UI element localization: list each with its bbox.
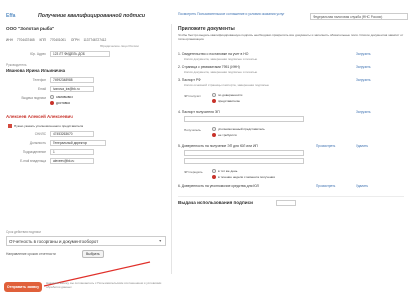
recipient-option-none[interactable]: не требуется xyxy=(212,133,237,138)
position-label: Должность xyxy=(29,141,46,145)
send-application-button[interactable]: Отправить заявку xyxy=(4,282,42,292)
phone-field[interactable]: 74992348988 xyxy=(50,77,94,83)
radio-icon[interactable] xyxy=(50,95,54,100)
receive-option-rep[interactable]: представителю xyxy=(212,99,241,104)
position-field[interactable]: Генеральный директор xyxy=(50,140,106,146)
recipient-option-rep[interactable]: уполномоченный представитель xyxy=(212,127,265,132)
snils-label: СНИЛС xyxy=(34,132,46,136)
transfer-label: ЭП передать xyxy=(184,170,203,174)
upload-link[interactable]: Загрузить xyxy=(356,78,371,82)
organization-name: ООО "Золотая рыба" xyxy=(6,26,55,31)
phone-label: Телефон xyxy=(32,78,46,82)
transfer-option-sameday[interactable]: в тот же день xyxy=(212,169,238,174)
ogrn-value: 1137746727412 xyxy=(83,38,107,42)
page-header: Effa Получение квалифицированной подписи… xyxy=(4,10,408,24)
representative-name: Алексеев Алексей Алексеевич xyxy=(6,114,73,119)
delivery-option-pickup-label: самовывоз xyxy=(56,95,73,99)
proxy-field[interactable] xyxy=(184,150,304,156)
delete-link[interactable]: Удалить xyxy=(356,144,368,148)
view-link[interactable]: Просмотреть xyxy=(316,184,335,188)
owner-email-field[interactable]: alexeev@bk.ru xyxy=(50,158,94,164)
signature-receive-label: ЭП получит xyxy=(184,94,201,98)
transfer-option-week-label: в течение недели с момента получения xyxy=(218,175,275,179)
page-title: Получение квалифицированной подписи xyxy=(38,13,146,19)
address-field[interactable]: 123 ЛТ ФИДЕЛЬ ДОБ xyxy=(50,51,110,57)
receive-option-rep-label: представителю xyxy=(218,99,241,103)
document-item: 3. Паспорт РФ xyxy=(178,78,201,82)
director-section-label: Руководитель xyxy=(6,63,27,67)
email-field[interactable]: ivanova_ira@bk.ru xyxy=(50,86,94,92)
delete-link[interactable]: Удалить xyxy=(356,184,368,188)
agreement-link[interactable]: Посмотреть Пользовательское соглашение и… xyxy=(178,12,298,16)
document-item: 2. Страница с реквизитами 7951 (ИНН) xyxy=(178,65,240,69)
delivery-option-courier[interactable]: доставка xyxy=(50,101,70,106)
department-field[interactable]: 1 xyxy=(50,149,94,155)
choose-button[interactable]: Выбрать xyxy=(82,250,104,258)
usage-select[interactable] xyxy=(276,200,296,206)
delivery-option-courier-label: доставка xyxy=(56,101,70,105)
section-divider xyxy=(178,196,404,197)
document-item: 6. Доверенность на уполномочие средства … xyxy=(178,184,259,188)
documents-title: Приложите документы xyxy=(178,26,235,32)
document-hint: Копия документа, заверенная подписью и п… xyxy=(184,70,258,74)
snils-field[interactable]: 47453263670 xyxy=(50,131,94,137)
signature-term-label: Срок действия подписи xyxy=(6,230,41,234)
kpp-value: 770401001 xyxy=(49,38,66,42)
delivery-label: Выдача подписи xyxy=(21,96,46,100)
receive-option-proxy-label: по доверенности xyxy=(218,93,243,97)
document-item: 5. Доверенность на получение ЭП для ЮЛ и… xyxy=(178,144,258,148)
recipient-field[interactable] xyxy=(184,116,304,122)
view-link[interactable]: Просмотреть xyxy=(316,144,335,148)
signature-usage-title: Выдача использования подписи xyxy=(178,200,253,205)
document-item: 4. Паспорт получателя ЭП xyxy=(178,110,220,114)
documents-note: Чтобы быстро выдать квалифицированную по… xyxy=(178,33,404,41)
document-item: 1. Свидетельство о постановке на учет в … xyxy=(178,52,249,56)
organization-type: Юридическое лицо России xyxy=(100,44,139,48)
director-name: Иванова Ирина Ильинична xyxy=(6,68,66,73)
radio-icon[interactable] xyxy=(212,127,216,132)
kpp-label: КПП xyxy=(39,38,46,42)
authority-select[interactable]: Федеральная налоговая служба (ФНС России… xyxy=(310,13,408,20)
upload-link[interactable]: Загрузить xyxy=(356,65,371,69)
email-label: Email xyxy=(38,87,46,91)
signature-purpose-select[interactable]: Отчетность в госорганы и документооборот… xyxy=(6,236,166,246)
representative-checkbox-label: Нужно указать уполномоченного представит… xyxy=(14,124,84,128)
logo[interactable]: Effa xyxy=(6,13,15,19)
radio-selected-icon[interactable] xyxy=(212,175,216,180)
proxy-field[interactable] xyxy=(184,158,304,164)
transfer-option-sameday-label: в тот же день xyxy=(218,169,238,173)
inn-value: 7704437465 xyxy=(16,38,35,42)
recipient-option-rep-label: уполномоченный представитель xyxy=(218,127,265,131)
checkbox-checked-icon[interactable] xyxy=(8,124,12,129)
upload-link[interactable]: Загрузить xyxy=(356,110,371,114)
upload-link[interactable]: Загрузить xyxy=(356,52,371,56)
recipient-option-none-label: не требуется xyxy=(218,133,237,137)
agreement-note: Нажимая кнопку, вы соглашаетесь с Пользо… xyxy=(46,281,162,289)
owner-email-label: E-mail владельца xyxy=(20,159,46,163)
radio-icon[interactable] xyxy=(212,93,216,98)
radio-icon[interactable] xyxy=(212,169,216,174)
document-hint: Копия основной страницы паспорта, завере… xyxy=(184,83,269,87)
recipient-label: Получатель xyxy=(184,128,201,132)
radio-selected-icon[interactable] xyxy=(212,99,216,104)
receive-option-proxy[interactable]: по доверенности xyxy=(212,93,243,98)
organization-ids: ИНН 7704437465 КПП 770401001 ОГРН 113774672… xyxy=(6,38,110,42)
column-divider xyxy=(171,24,172,274)
inn-label: ИНН xyxy=(6,38,13,42)
radio-selected-icon[interactable] xyxy=(212,133,216,138)
chevron-down-icon: ▼ xyxy=(158,239,162,243)
report-term-label: Направление сроков отчетности xyxy=(6,252,56,256)
delivery-option-pickup[interactable]: самовывоз xyxy=(50,95,73,100)
ogrn-label: ОГРН xyxy=(70,38,80,42)
department-label: Подразделение xyxy=(22,150,46,154)
signature-purpose-value: Отчетность в госорганы и документооборот xyxy=(9,239,99,244)
address-label: Юр. Адрес xyxy=(30,52,46,56)
transfer-option-week[interactable]: в течение недели с момента получения xyxy=(212,175,275,180)
application-window: Effa Получение квалифицированной подписи… xyxy=(0,0,412,302)
representative-checkbox[interactable]: Нужно указать уполномоченного представит… xyxy=(8,124,84,129)
document-hint: Копия документа, заверенная подписью и п… xyxy=(184,57,258,61)
radio-selected-icon[interactable] xyxy=(50,101,54,106)
